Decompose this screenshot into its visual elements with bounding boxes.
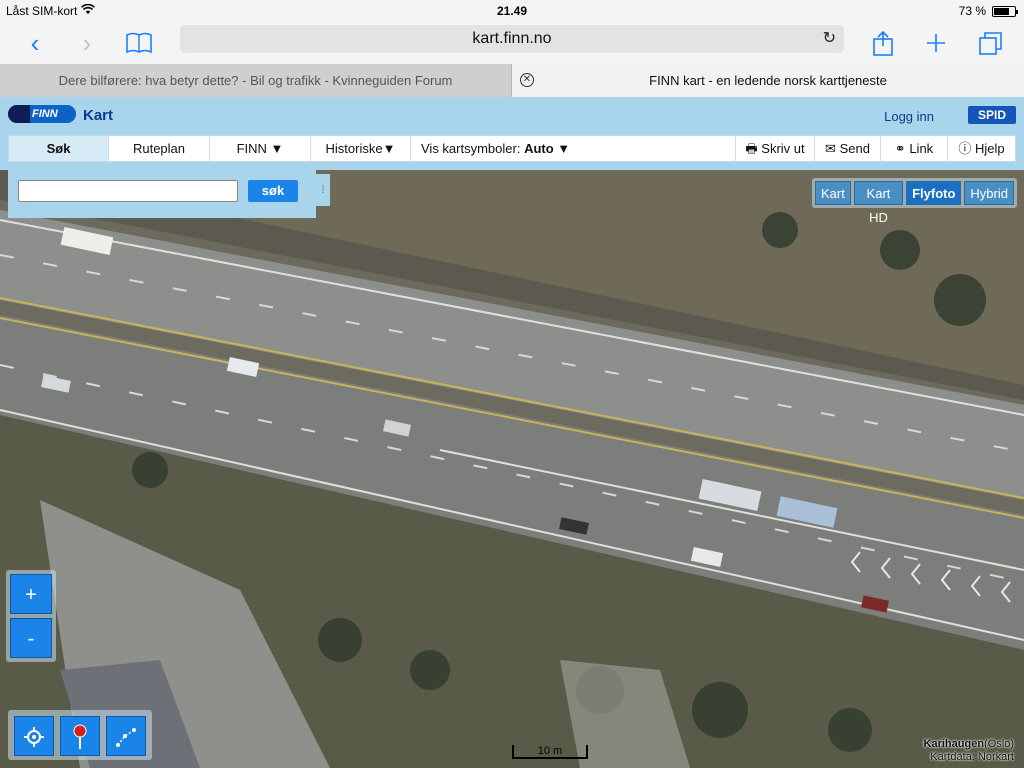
panel-grip-icon[interactable]: ⁞: [316, 174, 330, 206]
forward-icon[interactable]: ›: [72, 28, 102, 58]
map-type-switcher: Kart Kart HD Flyfoto Hybrid: [812, 178, 1017, 225]
reload-icon[interactable]: ↻: [823, 25, 836, 53]
nav-historic[interactable]: Historiske▼: [311, 136, 411, 161]
zoom-out-button[interactable]: -: [10, 618, 52, 658]
share-icon[interactable]: [868, 28, 898, 58]
map-data-credit: Kartdata: Norkart: [930, 751, 1014, 763]
nav-map-symbols[interactable]: Vis kartsymboler: Auto ▼: [411, 136, 736, 161]
address-bar[interactable]: kart.finn.no ↻: [180, 25, 844, 53]
nav-link[interactable]: ⚭ Link: [881, 136, 948, 161]
search-button[interactable]: søk: [248, 180, 298, 202]
clock: 21.49: [496, 4, 528, 18]
link-icon: ⚭: [894, 141, 906, 156]
logo-text: FINN: [32, 108, 58, 120]
login-link[interactable]: Logg inn: [884, 109, 934, 124]
info-icon: ⓘ: [958, 141, 972, 156]
nav-route[interactable]: Ruteplan: [109, 136, 210, 161]
bookmarks-icon[interactable]: [124, 28, 154, 58]
search-panel: søk: [8, 170, 316, 218]
battery-icon: [992, 5, 1018, 17]
map-tools: [8, 710, 152, 760]
zoom-in-button[interactable]: +: [10, 574, 52, 614]
page-title: Kart: [83, 107, 114, 124]
finn-logo[interactable]: FINN: [8, 105, 76, 123]
maptype-kart[interactable]: Kart: [815, 181, 851, 205]
nav-help[interactable]: ⓘ Hjelp: [948, 136, 1015, 161]
back-icon[interactable]: ‹: [20, 28, 50, 58]
aerial-photo: [0, 170, 1024, 768]
tab-bar: Dere bilførere: hva betyr dette? - Bil o…: [0, 64, 1024, 97]
place-name: Karihaugen: [923, 738, 985, 750]
tab-label: FINN kart - en ledende norsk karttjenest…: [649, 73, 887, 88]
zoom-control: + -: [6, 570, 56, 662]
new-tab-icon[interactable]: [921, 28, 951, 58]
close-tab-icon[interactable]: ✕: [520, 73, 534, 87]
tab-kvinneguiden[interactable]: Dere bilførere: hva betyr dette? - Bil o…: [0, 64, 512, 97]
place-suffix: (Oslo): [984, 738, 1014, 750]
attribution: Karihaugen(Oslo) Kartdata: Norkart: [924, 738, 1014, 764]
pin-icon[interactable]: [60, 716, 100, 756]
symbols-value: Auto ▼: [524, 141, 571, 156]
search-input[interactable]: [18, 180, 238, 202]
scale-bar: 10 m: [512, 745, 588, 759]
locate-icon[interactable]: [14, 716, 54, 756]
finn-header: FINN Kart Logg inn SPID Søk Ruteplan FIN…: [0, 97, 1024, 170]
symbols-label: Vis kartsymboler:: [421, 141, 521, 156]
main-nav: Søk Ruteplan FINN ▼ Historiske▼ Vis kart…: [8, 135, 1016, 162]
envelope-icon: ✉: [825, 141, 836, 156]
url-text: kart.finn.no: [472, 30, 552, 47]
tabs-overview-icon[interactable]: [976, 28, 1006, 58]
nav-print[interactable]: 🖶 Skriv ut: [736, 136, 815, 161]
nav-finn[interactable]: FINN ▼: [210, 136, 311, 161]
maptype-flyfoto[interactable]: Flyfoto: [906, 181, 962, 205]
maptype-kart-hd[interactable]: Kart HD: [853, 181, 904, 225]
printer-icon: 🖶: [745, 141, 758, 156]
spid-logo[interactable]: SPID: [968, 106, 1016, 124]
tab-label: Dere bilførere: hva betyr dette? - Bil o…: [58, 73, 453, 88]
nav-send[interactable]: ✉ Send: [815, 136, 881, 161]
battery-percent: 73 %: [958, 4, 986, 18]
browser-toolbar: ‹ › kart.finn.no ↻: [0, 22, 1024, 64]
status-bar: Låst SIM-kort 21.49 73 %: [0, 0, 1024, 22]
nav-search[interactable]: Søk: [9, 136, 109, 161]
maptype-hybrid[interactable]: Hybrid: [964, 181, 1014, 205]
map-canvas[interactable]: [0, 170, 1024, 768]
measure-icon[interactable]: [106, 716, 146, 756]
tab-finn-kart[interactable]: ✕ FINN kart - en ledende norsk karttjene…: [512, 64, 1024, 97]
